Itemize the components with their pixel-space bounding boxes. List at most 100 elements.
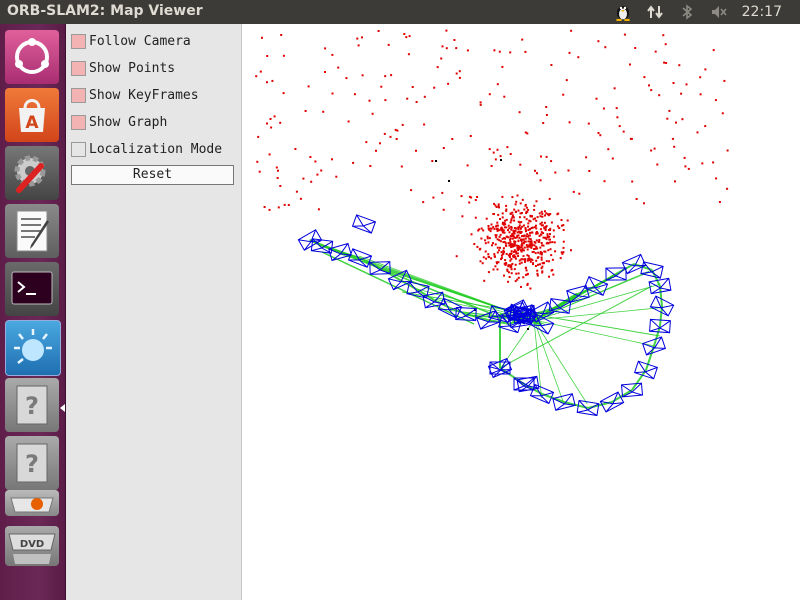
map-point — [478, 248, 481, 251]
map-point — [510, 253, 512, 255]
map-point — [283, 203, 286, 206]
map-point — [519, 227, 522, 230]
graph-edge — [659, 285, 663, 307]
map-point — [524, 227, 527, 229]
map-point — [389, 135, 392, 138]
terminal-icon[interactable] — [5, 262, 59, 316]
text-editor-icon[interactable] — [5, 204, 59, 258]
software-center-icon[interactable]: A — [5, 88, 59, 142]
map-point — [501, 212, 504, 215]
map-point — [536, 269, 539, 272]
map-point — [415, 149, 417, 152]
map-point — [505, 252, 508, 255]
map-point — [331, 158, 333, 161]
map-point — [502, 247, 505, 250]
network-arrows-icon[interactable] — [646, 4, 664, 20]
map-point — [515, 200, 518, 203]
tux-icon[interactable] — [614, 4, 632, 21]
map-point — [493, 227, 496, 230]
map-point — [496, 221, 499, 224]
reset-button[interactable]: Reset — [71, 165, 234, 185]
map-point — [529, 231, 531, 234]
map-point — [531, 231, 534, 234]
map-point — [502, 241, 505, 244]
map-point — [483, 279, 486, 282]
map-point — [565, 79, 568, 82]
map-point — [522, 276, 525, 279]
map-point — [699, 76, 702, 79]
map-point — [275, 166, 278, 169]
map-point — [484, 250, 487, 253]
map-point — [672, 82, 675, 84]
map-point — [487, 255, 490, 258]
ubuntu-dash-icon[interactable] — [5, 30, 59, 84]
map-point — [653, 147, 656, 150]
checkbox-box[interactable] — [71, 114, 86, 130]
map-point — [494, 158, 497, 161]
map-point — [524, 237, 527, 240]
map-point — [331, 53, 334, 56]
map-point — [656, 163, 659, 166]
map-point — [666, 117, 669, 120]
map-point — [521, 235, 523, 238]
map-point — [585, 156, 588, 159]
map-point — [514, 263, 517, 266]
map-point — [616, 116, 619, 119]
map-point — [518, 111, 521, 114]
map-point — [423, 123, 426, 126]
system-settings-icon[interactable] — [5, 146, 59, 200]
map-point — [548, 275, 550, 278]
map-point — [383, 132, 386, 135]
map-point — [506, 146, 509, 149]
map-point — [415, 101, 418, 103]
show-graph-checkbox[interactable]: Show Graph — [71, 112, 167, 132]
map-viewer-canvas[interactable] — [242, 24, 800, 600]
map-point — [458, 70, 461, 73]
map-point — [498, 235, 501, 238]
map-point — [517, 276, 520, 279]
map-point — [539, 222, 542, 225]
map-point — [577, 56, 580, 59]
map-point — [552, 229, 555, 232]
stacked-apps-icon[interactable] — [5, 490, 59, 516]
map-point — [527, 255, 530, 258]
map-render[interactable] — [242, 24, 800, 600]
show-keyframes-checkbox[interactable]: Show KeyFrames — [71, 85, 199, 105]
map-point — [287, 204, 290, 206]
map-point — [687, 167, 690, 170]
dvd-icon[interactable]: DVD — [5, 526, 59, 566]
clock[interactable]: 22:17 — [742, 4, 782, 20]
map-point — [455, 72, 458, 75]
bluetooth-icon[interactable] — [678, 4, 696, 20]
map-point — [511, 237, 514, 240]
splash-app-icon[interactable] — [5, 320, 61, 376]
unknown-app-icon[interactable]: ? — [5, 378, 59, 432]
checkbox-box[interactable] — [71, 33, 86, 49]
map-point — [455, 255, 458, 258]
unknown-app-icon[interactable]: ? — [5, 436, 59, 490]
map-point — [504, 242, 507, 245]
map-point — [356, 37, 359, 40]
checkbox-box[interactable] — [71, 87, 86, 103]
map-point — [324, 47, 327, 50]
map-point — [535, 231, 538, 233]
map-point — [497, 213, 500, 216]
map-point — [622, 130, 625, 133]
localization-mode-checkbox[interactable]: Localization Mode — [71, 139, 222, 159]
map-point — [545, 106, 548, 108]
volume-muted-icon[interactable] — [710, 4, 728, 20]
map-point — [517, 209, 520, 212]
map-point — [678, 64, 681, 67]
map-point — [512, 215, 515, 218]
map-point — [495, 236, 498, 239]
map-point — [726, 149, 729, 152]
checkbox-box[interactable] — [71, 60, 86, 76]
follow-camera-checkbox[interactable]: Follow Camera — [71, 31, 191, 51]
map-point — [520, 230, 523, 233]
checkbox-box[interactable] — [71, 141, 86, 157]
map-point — [511, 262, 514, 265]
show-points-checkbox[interactable]: Show Points — [71, 58, 175, 78]
map-point — [263, 206, 266, 208]
map-point — [432, 196, 435, 199]
map-point — [536, 172, 538, 175]
